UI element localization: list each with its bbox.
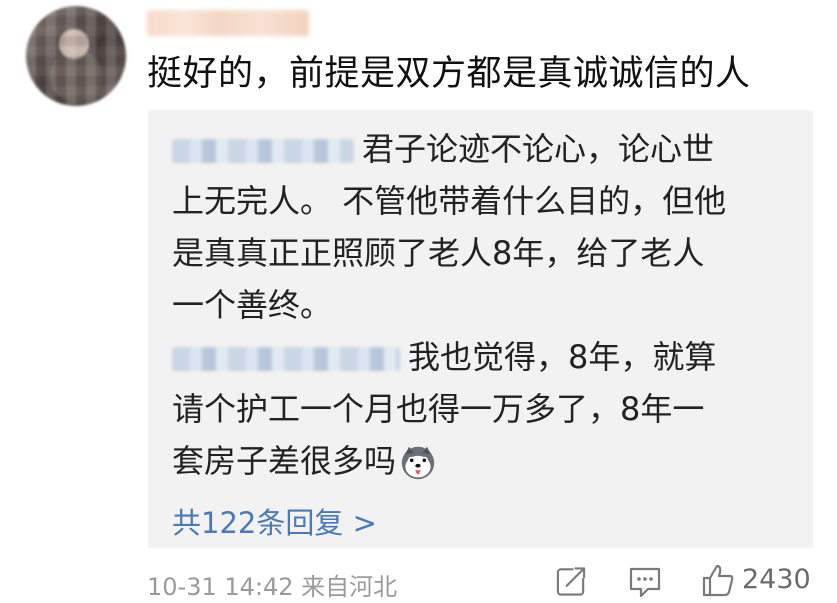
share-icon[interactable] <box>555 563 588 599</box>
avatar[interactable] <box>26 6 126 106</box>
reply-line: 上无完人。 不管他带着什么目的，但他 <box>172 182 727 220</box>
username[interactable] <box>147 10 309 36</box>
more-replies-link[interactable]: 共122条回复 > <box>172 500 377 542</box>
timestamp: 10-31 14:42 <box>147 573 294 601</box>
reply-line: 套房子差很多吗 <box>172 442 397 480</box>
husky-dog-emoji-icon <box>401 446 435 480</box>
comment-meta: 10-31 14:42 来自河北 <box>147 567 397 602</box>
reply-box[interactable]: 君子论迹不论心，论心世 上无完人。 不管他带着什么目的，但他 是真真正正照顾了老… <box>148 110 813 548</box>
reply-username[interactable] <box>172 139 354 163</box>
reply-username[interactable] <box>172 347 400 371</box>
comment-icon[interactable] <box>627 563 663 599</box>
reply-line: 我也觉得，8年，就算 <box>408 338 717 376</box>
reply-line: 是真真正正照顾了老人8年，给了老人 <box>172 234 705 272</box>
reply-item: 君子论迹不论心，论心世 上无完人。 不管他带着什么目的，但他 是真真正正照顾了老… <box>172 123 772 331</box>
like-count: 2430 <box>742 564 811 595</box>
reply-item: 我也觉得，8年，就算 请个护工一个月也得一万多了，8年一 套房子差很多吗 <box>172 331 772 487</box>
reply-line: 君子论迹不论心，论心世 <box>362 130 715 168</box>
reply-line: 请个护工一个月也得一万多了，8年一 <box>172 390 705 428</box>
like-icon[interactable] <box>700 563 736 599</box>
comment-text: 挺好的，前提是双方都是真诚诚信的人 <box>147 54 751 94</box>
reply-line: 一个善终。 <box>172 286 333 324</box>
location: 来自河北 <box>301 573 398 601</box>
